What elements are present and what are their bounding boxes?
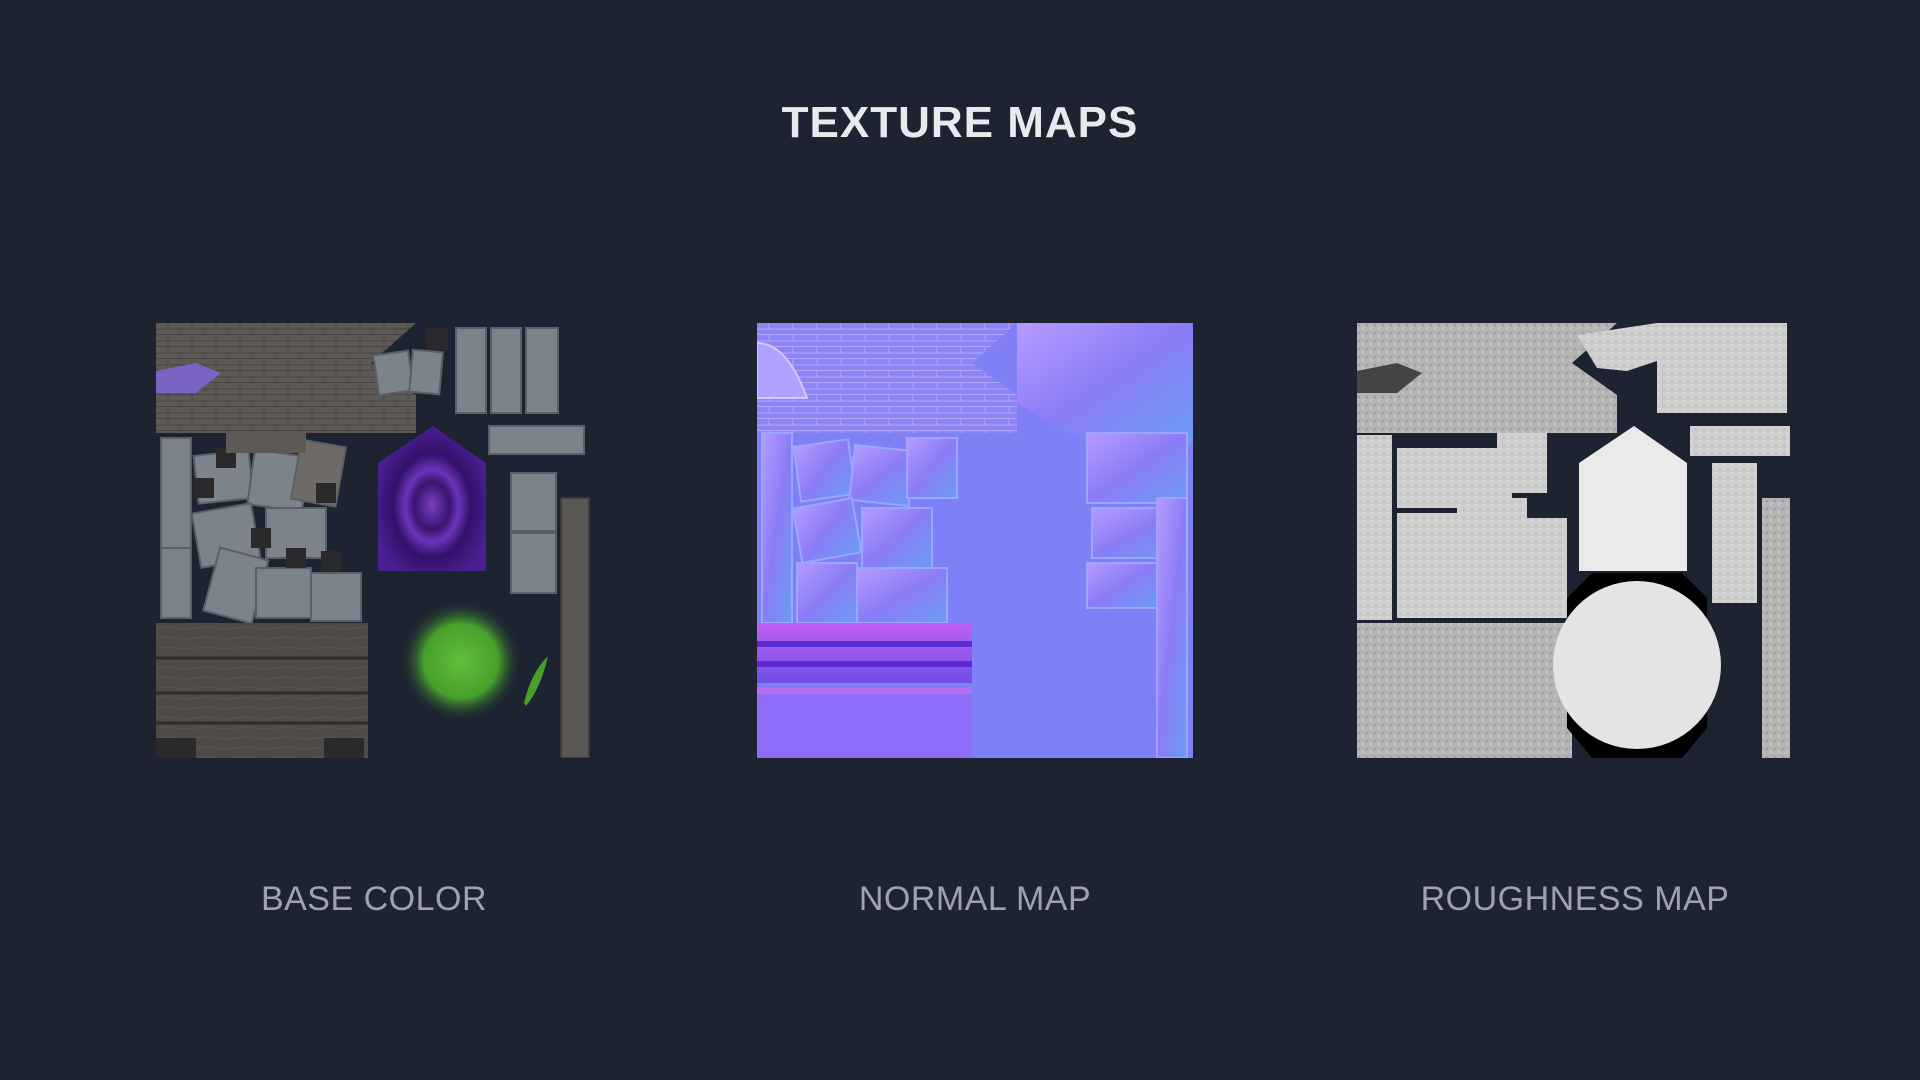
roughness-map-image <box>1357 323 1790 758</box>
normal-map-image <box>757 323 1193 758</box>
base-color-image <box>156 323 590 758</box>
roughness-map-label: ROUGHNESS MAP <box>1420 880 1730 918</box>
page-title: TEXTURE MAPS <box>781 98 1139 147</box>
normal-map-label: NORMAL MAP <box>858 880 1092 918</box>
normal-map-texture <box>757 323 1193 758</box>
roughness-map-texture <box>1357 323 1793 758</box>
base-color-texture <box>156 323 592 758</box>
base-color-label: BASE COLOR <box>260 880 488 918</box>
